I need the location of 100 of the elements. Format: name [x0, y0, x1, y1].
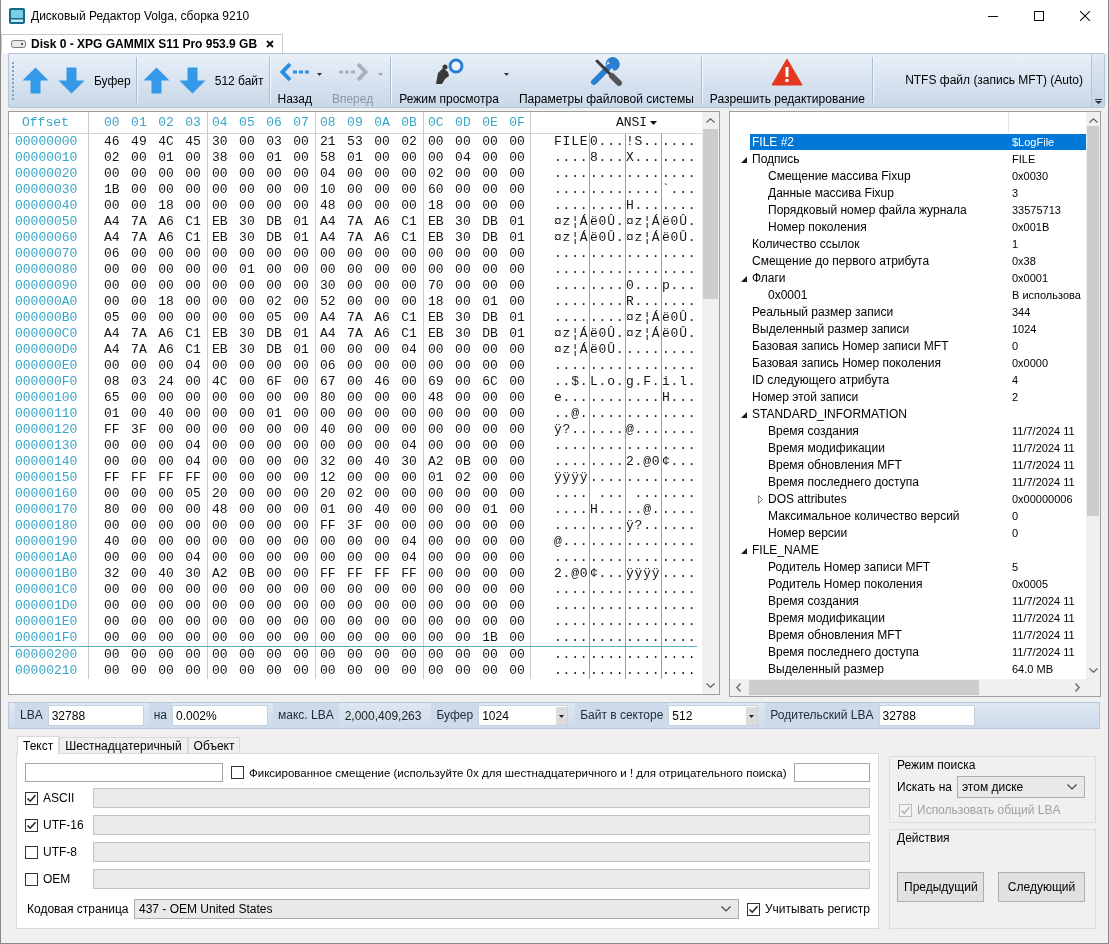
decoded-chars[interactable]: H...	[662, 390, 698, 406]
hex-bytes[interactable]: 00 00 00 00	[428, 518, 525, 533]
decoded-chars[interactable]: ....	[554, 614, 590, 630]
expanded-triangle-icon[interactable]	[741, 547, 747, 554]
hex-bytes[interactable]: 00 00 00 00	[320, 614, 417, 629]
hex-bytes[interactable]: 00 00 00 00	[212, 198, 309, 213]
hex-bytes[interactable]: 00 00 01 00	[428, 502, 525, 517]
decoded-chars[interactable]: ....	[554, 486, 590, 502]
expanded-triangle-icon[interactable]	[741, 156, 747, 163]
close-icon[interactable]	[266, 40, 275, 48]
decoded-chars[interactable]: ....	[554, 582, 590, 598]
checkbox[interactable]	[25, 845, 38, 859]
hex-bytes[interactable]: 00 00 00 00	[428, 598, 525, 613]
decoded-chars[interactable]: ....	[590, 438, 626, 454]
tab[interactable]: Текст	[17, 736, 60, 754]
decoded-chars[interactable]: g.F.	[626, 374, 662, 390]
decoded-chars[interactable]: ¤z¦Á	[626, 326, 662, 342]
decoded-chars[interactable]: ....	[590, 550, 626, 566]
hex-bytes[interactable]: 02 00 00 00	[428, 166, 525, 181]
hex-bytes[interactable]: 00 00 00 00	[104, 647, 201, 662]
hex-bytes[interactable]: 01 00 40 00	[320, 502, 417, 517]
hex-bytes[interactable]: 65 00 00 00	[104, 390, 201, 405]
hex-bytes[interactable]: 00 00 02 00	[212, 294, 309, 309]
decoded-chars[interactable]: ....	[662, 246, 698, 262]
decoded-chars[interactable]: 0...	[626, 278, 662, 294]
hex-bytes[interactable]: 40 00 00 00	[104, 534, 201, 549]
decoded-chars[interactable]: ¤z¦Á	[626, 230, 662, 246]
hex-bytes[interactable]: 18 00 01 00	[428, 294, 525, 309]
hex-bytes[interactable]: 00 00 00 00	[428, 647, 525, 662]
tree-item[interactable]: Время обновления MFT	[766, 627, 1008, 643]
hex-bytes[interactable]: 48 00 00 00	[212, 502, 309, 517]
decoded-chars[interactable]: ....	[662, 406, 698, 422]
horizontal-scrollbar[interactable]	[730, 679, 1086, 696]
tree-item[interactable]: Количество ссылок	[750, 236, 1008, 252]
decoded-chars[interactable]: ....	[554, 598, 590, 614]
decoded-chars[interactable]: ....	[662, 422, 698, 438]
hex-bytes[interactable]: 00 00 00 00	[428, 134, 525, 149]
hex-bytes[interactable]: 00 00 00 00	[212, 166, 309, 181]
hex-bytes[interactable]: 00 00 18 00	[104, 294, 201, 309]
decoded-chars[interactable]: ....	[626, 358, 662, 374]
hex-bytes[interactable]: 00 00 05 00	[212, 310, 309, 325]
hex-bytes[interactable]: 58 01 00 00	[320, 150, 417, 165]
decoded-chars[interactable]: ¤z¦Á	[626, 310, 662, 326]
hex-bytes[interactable]: 00 00 1B 00	[428, 630, 525, 645]
decoded-chars[interactable]: i.l.	[662, 374, 698, 390]
tree-item[interactable]: Данные массива Fixup	[766, 185, 1008, 201]
hex-bytes[interactable]: 00 00 00 00	[320, 663, 417, 678]
tree-item[interactable]: Реальный размер записи	[750, 304, 1008, 320]
decoded-chars[interactable]: ....	[662, 294, 698, 310]
view-mode-button[interactable]: Режим просмотра	[394, 54, 514, 107]
tree-item[interactable]: Выделенный размер	[766, 661, 1008, 677]
decoded-chars[interactable]: `...	[662, 182, 698, 198]
checkbox[interactable]	[25, 791, 38, 805]
decoded-chars[interactable]: ....	[590, 278, 626, 294]
decoded-chars[interactable]: ....	[626, 470, 662, 486]
decoded-chars[interactable]: ....	[662, 358, 698, 374]
hex-bytes[interactable]: 32 00 40 30	[104, 566, 201, 581]
chevron-left-icon[interactable]	[736, 683, 741, 692]
hex-bytes[interactable]: 00 00 18 00	[104, 198, 201, 213]
code-page-dropdown[interactable]: 437 - OEM United States	[134, 899, 739, 919]
decoded-chars[interactable]: ....	[554, 358, 590, 374]
collapsed-triangle-icon[interactable]	[757, 495, 763, 504]
scrollbar-thumb[interactable]	[749, 680, 979, 695]
decoded-chars[interactable]: ....	[662, 630, 698, 646]
expanded-triangle-icon[interactable]	[741, 411, 747, 418]
decoded-chars[interactable]: ....	[662, 534, 698, 550]
hex-bytes[interactable]: 69 00 6C 00	[428, 374, 525, 389]
decoded-chars[interactable]: ë0Û.	[590, 326, 626, 342]
hex-bytes[interactable]: 00 00 00 04	[104, 454, 201, 469]
hex-bytes[interactable]: 00 00 00 00	[104, 278, 201, 293]
chevron-up-icon[interactable]	[706, 118, 715, 123]
hex-bytes[interactable]: 40 00 00 00	[320, 422, 417, 437]
decoded-chars[interactable]: ....	[626, 614, 662, 630]
decoded-chars[interactable]: ¤z¦Á	[554, 342, 590, 358]
hex-bytes[interactable]: 38 00 01 00	[212, 150, 309, 165]
document-tab[interactable]: Disk 0 - XPG GAMMIX S11 Pro 953.9 GB	[1, 34, 284, 53]
tree-item[interactable]: Максимальное количество версий	[766, 508, 1008, 524]
dropdown[interactable]: 1024	[478, 705, 569, 726]
decoded-chars[interactable]: 2.@0	[554, 566, 590, 582]
decoded-chars[interactable]: ..$.	[554, 374, 590, 390]
decoded-chars[interactable]: ....	[554, 518, 590, 534]
allow-editing-button[interactable]: Разрешить редактирование	[704, 54, 870, 107]
hex-bytes[interactable]: 30 00 03 00	[212, 134, 309, 149]
hex-bytes[interactable]: 06 00 00 00	[104, 246, 201, 261]
tree-item[interactable]: Номер версии	[766, 525, 1008, 541]
back-button[interactable]: Назад	[272, 54, 327, 107]
hex-bytes[interactable]: 4C 00 6F 00	[212, 374, 309, 389]
hex-bytes[interactable]: 67 00 46 00	[320, 374, 417, 389]
decoded-chars[interactable]: ¢...	[662, 454, 698, 470]
hex-bytes[interactable]: 00 00 00 00	[104, 518, 201, 533]
hex-bytes[interactable]: EB 30 DB 01	[212, 230, 309, 245]
tree-item[interactable]: Время последнего доступа	[766, 474, 1008, 490]
hex-bytes[interactable]: 00 00 00 04	[104, 438, 201, 453]
hex-bytes[interactable]: 02 00 01 00	[104, 150, 201, 165]
decoded-chars[interactable]: ....	[590, 246, 626, 262]
hex-bytes[interactable]: 48 00 00 00	[320, 198, 417, 213]
hex-bytes[interactable]: A4 7A A6 C1	[104, 342, 201, 357]
hex-bytes[interactable]: 04 00 00 00	[320, 166, 417, 181]
hex-bytes[interactable]: 00 00 00 00	[320, 630, 417, 645]
number-input[interactable]: 0.002%	[172, 705, 268, 726]
